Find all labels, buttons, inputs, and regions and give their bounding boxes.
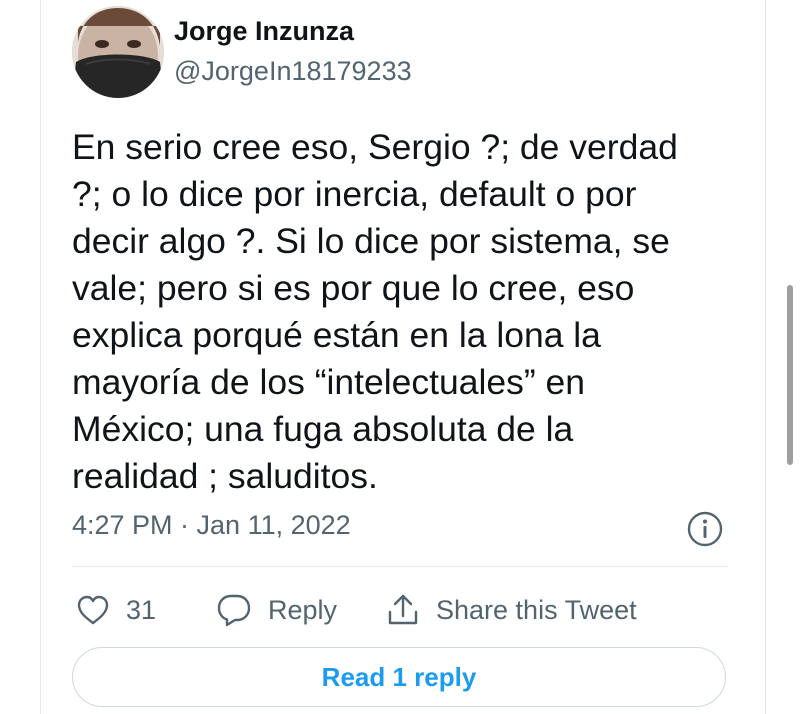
like-button[interactable]: 31: [76, 590, 156, 630]
tweet-text: En serio cree eso, Sergio ?; de verdad ?…: [72, 127, 678, 496]
avatar-photo: [72, 6, 164, 98]
share-button[interactable]: Share this Tweet: [386, 590, 637, 630]
info-button[interactable]: [686, 510, 724, 548]
reply-button[interactable]: Reply: [216, 590, 337, 630]
read-replies-button[interactable]: Read 1 reply: [72, 647, 726, 707]
read-replies-label: Read 1 reply: [321, 661, 477, 692]
share-label: Share this Tweet: [436, 594, 637, 625]
tweet-timestamp[interactable]: 4:27 PM · Jan 11, 2022: [72, 510, 351, 541]
reply-bubble-icon: [217, 594, 251, 627]
info-icon: [687, 511, 723, 547]
like-count: 31: [126, 594, 157, 625]
author-name[interactable]: Jorge Inzunza: [174, 16, 354, 47]
reply-label: Reply: [268, 594, 338, 625]
heart-icon: [77, 595, 109, 625]
share-icon: [388, 594, 418, 625]
avatar[interactable]: [72, 6, 164, 98]
author-handle[interactable]: @JorgeIn18179233: [174, 56, 412, 87]
tweet-page: Jorge Inzunza @JorgeIn18179233 En serio …: [0, 0, 800, 714]
scrollbar[interactable]: [787, 285, 793, 465]
divider: [72, 566, 728, 567]
